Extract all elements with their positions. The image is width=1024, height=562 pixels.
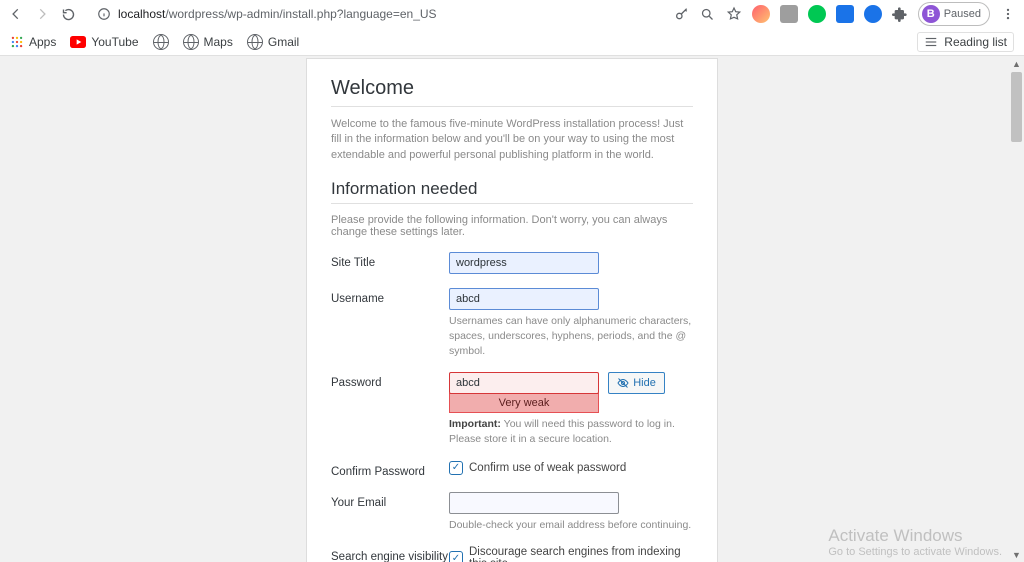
extension-icon-4[interactable] [836, 5, 854, 23]
reading-list-button[interactable]: Reading list [917, 32, 1014, 52]
extension-icon-1[interactable] [752, 5, 770, 23]
username-label: Username [331, 288, 449, 358]
search-visibility-label: Search engine visibility [331, 546, 449, 562]
back-button[interactable] [8, 6, 24, 22]
scroll-up-button[interactable]: ▲ [1009, 56, 1024, 71]
profile-paused-pill[interactable]: B Paused [918, 2, 990, 26]
address-bar[interactable]: localhost/wordpress/wp-admin/install.php… [86, 3, 664, 25]
list-icon [924, 36, 938, 48]
eye-slash-icon [617, 377, 629, 389]
confirm-password-row: Confirm Password Confirm use of weak pas… [331, 461, 693, 478]
maps-bookmark[interactable]: Maps [183, 34, 233, 50]
info-heading: Information needed [331, 179, 693, 199]
key-icon[interactable] [674, 6, 690, 22]
zoom-icon[interactable] [700, 6, 716, 22]
paused-label: Paused [944, 8, 981, 20]
bookmarks-bar: Apps YouTube Maps Gmail Reading list [0, 28, 1024, 56]
info-note: Please provide the following information… [331, 214, 693, 238]
globe-icon [153, 34, 169, 50]
youtube-icon [70, 36, 86, 48]
page-viewport: Welcome Welcome to the famous five-minut… [0, 56, 1024, 562]
kebab-menu-icon[interactable] [1000, 6, 1016, 22]
search-visibility-row: Search engine visibility Discourage sear… [331, 546, 693, 562]
password-label: Password [331, 372, 449, 446]
divider [331, 106, 693, 107]
toolbar-actions: B Paused [674, 2, 1016, 26]
password-row: Password Hide Very weak Important: You w… [331, 372, 693, 446]
confirm-weak-label: Confirm use of weak password [469, 462, 626, 474]
globe-icon [247, 34, 263, 50]
forward-button[interactable] [34, 6, 50, 22]
password-strength-meter: Very weak [449, 393, 599, 413]
discourage-search-label: Discourage search engines from indexing … [469, 546, 693, 562]
email-row: Your Email Double-check your email addre… [331, 492, 693, 533]
blank-globe-bookmark[interactable] [153, 34, 169, 50]
password-important: Important: You will need this password t… [449, 417, 693, 446]
confirm-weak-checkbox-row[interactable]: Confirm use of weak password [449, 461, 693, 475]
browser-toolbar: localhost/wordpress/wp-admin/install.php… [0, 0, 1024, 28]
site-title-label: Site Title [331, 252, 449, 274]
password-input[interactable] [449, 372, 599, 394]
install-card: Welcome Welcome to the famous five-minut… [306, 58, 718, 562]
welcome-intro: Welcome to the famous five-minute WordPr… [331, 117, 693, 163]
confirm-weak-checkbox[interactable] [449, 461, 463, 475]
bookmark-star-icon[interactable] [726, 6, 742, 22]
email-input[interactable] [449, 492, 619, 514]
vertical-scrollbar[interactable]: ▲ ▼ [1009, 56, 1024, 562]
confirm-password-label: Confirm Password [331, 461, 449, 478]
gmail-bookmark[interactable]: Gmail [247, 34, 299, 50]
divider [331, 203, 693, 204]
scroll-down-button[interactable]: ▼ [1009, 547, 1024, 562]
scroll-thumb[interactable] [1011, 72, 1022, 142]
extension-icon-3[interactable] [808, 5, 826, 23]
username-input[interactable] [449, 288, 599, 310]
username-row: Username Usernames can have only alphanu… [331, 288, 693, 358]
url-text: localhost/wordpress/wp-admin/install.php… [118, 7, 437, 21]
email-label: Your Email [331, 492, 449, 533]
profile-avatar: B [922, 5, 940, 23]
welcome-heading: Welcome [331, 77, 693, 100]
username-help: Usernames can have only alphanumeric cha… [449, 314, 693, 358]
apps-grid-icon [10, 35, 24, 49]
windows-activation-watermark: Activate Windows Go to Settings to activ… [828, 526, 1002, 558]
site-title-row: Site Title [331, 252, 693, 274]
site-title-input[interactable] [449, 252, 599, 274]
site-info-icon[interactable] [96, 6, 112, 22]
apps-bookmark[interactable]: Apps [10, 35, 56, 49]
globe-icon [183, 34, 199, 50]
hide-password-button[interactable]: Hide [608, 372, 665, 394]
extension-icon-2[interactable] [780, 5, 798, 23]
discourage-search-checkbox[interactable] [449, 551, 463, 562]
extension-icon-5[interactable] [864, 5, 882, 23]
youtube-bookmark[interactable]: YouTube [70, 35, 138, 49]
reload-button[interactable] [60, 6, 76, 22]
extensions-puzzle-icon[interactable] [892, 6, 908, 22]
discourage-search-row[interactable]: Discourage search engines from indexing … [449, 546, 693, 562]
email-help: Double-check your email address before c… [449, 518, 693, 533]
